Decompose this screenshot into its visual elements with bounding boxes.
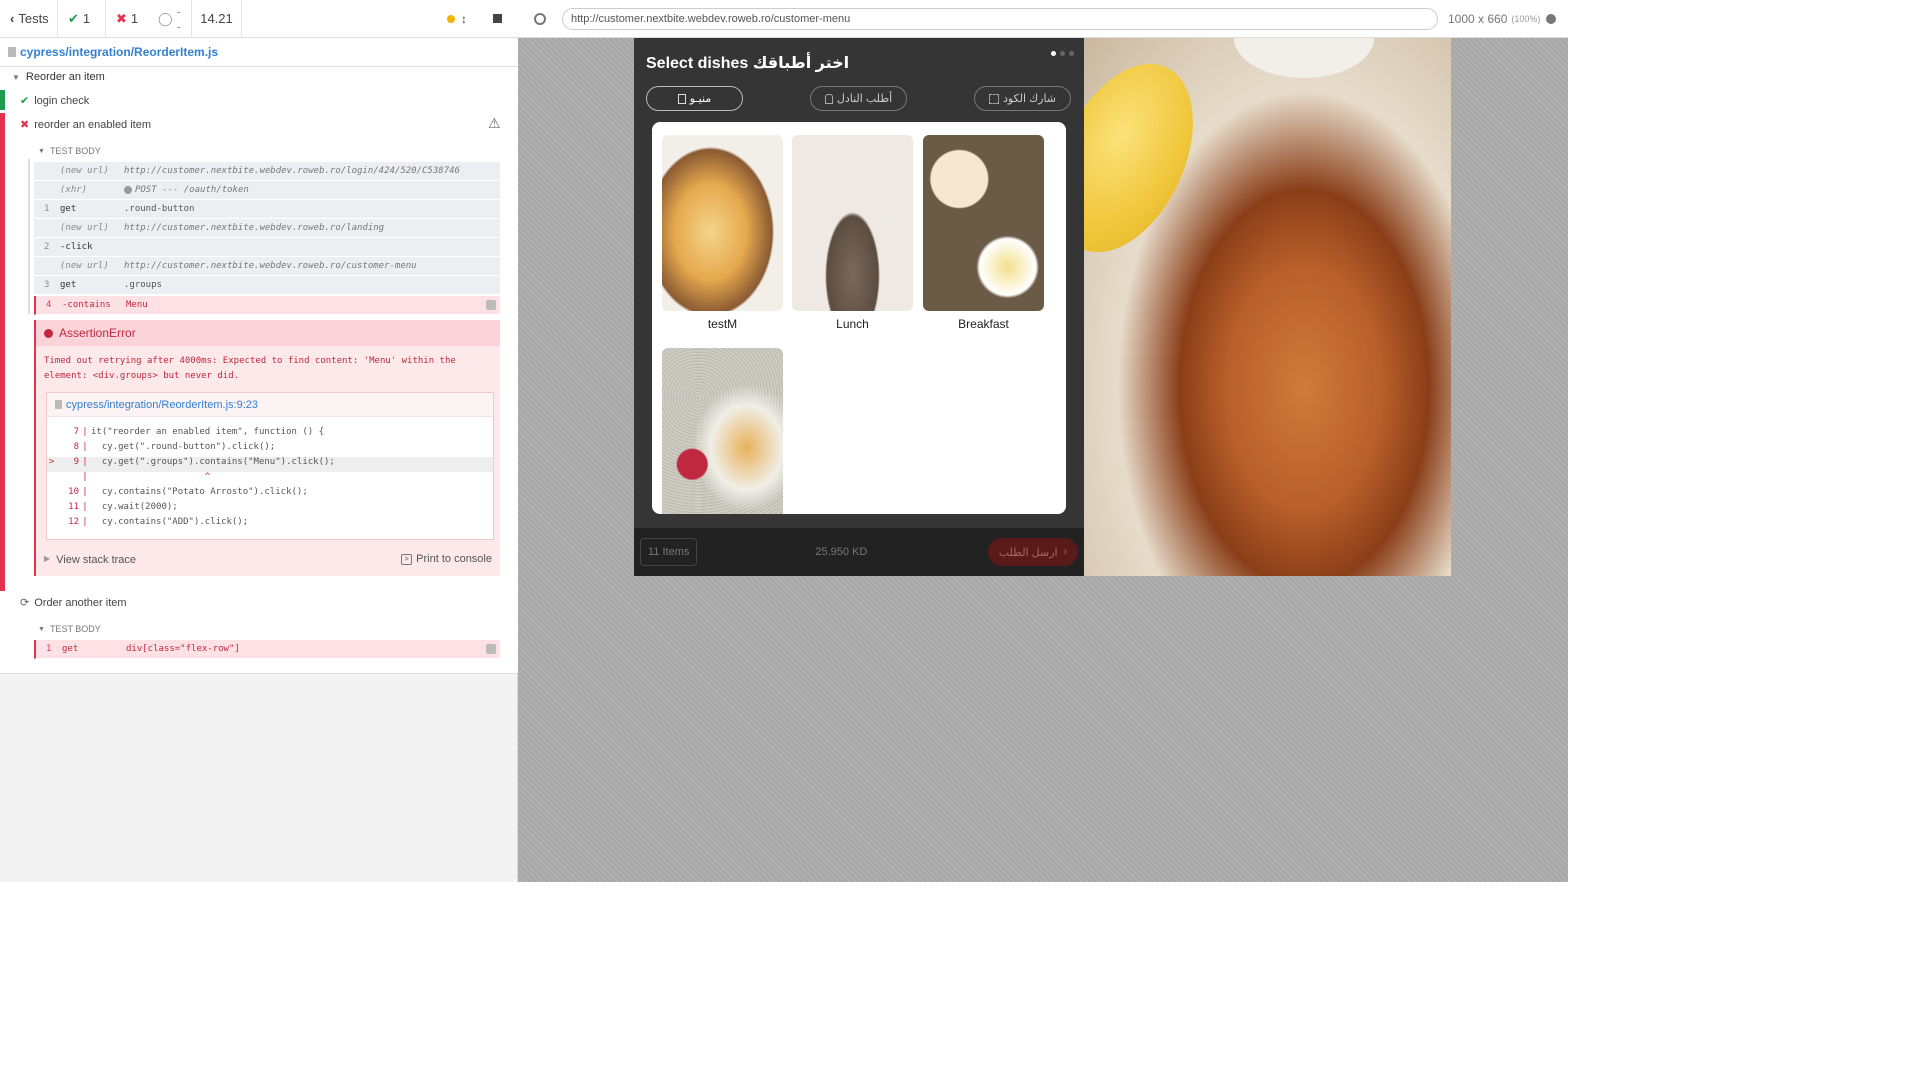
menu-panel: Select dishes اختر أطباقك منيـو أطلب الن… — [634, 38, 1084, 576]
test-login-check[interactable]: ✔ login check — [20, 94, 89, 108]
category-label: Lunch — [836, 317, 869, 331]
caret-down-icon: ▼ — [38, 625, 45, 633]
x-icon: ✖ — [20, 119, 30, 131]
command-row[interactable]: 3 get .groups — [34, 276, 500, 295]
category-card-breakfast[interactable] — [923, 135, 1044, 311]
app-under-test: Select dishes اختر أطباقك منيـو أطلب الن… — [634, 38, 1451, 576]
info-icon[interactable] — [1546, 13, 1557, 24]
screenshot-icon[interactable] — [486, 300, 496, 310]
code-line-highlighted: >9 | cy.get(".groups").contains("Menu").c… — [47, 457, 493, 472]
chevron-left-icon: ‹ — [10, 11, 15, 26]
code-line: | ^ — [82, 472, 211, 482]
qr-icon — [988, 93, 999, 104]
terminal-icon: > — [401, 553, 413, 565]
spec-file-bar: cypress/integration/ReorderItem.js — [0, 38, 518, 67]
passed-count[interactable]: ✔ 1 — [58, 0, 106, 38]
xhr-status-icon — [124, 186, 132, 194]
dot — [1060, 51, 1065, 56]
code-line: 12 | cy.contains("ADD").click(); — [68, 517, 249, 527]
file-link[interactable]: cypress/integration/ReorderItem.js:9:23 — [66, 399, 258, 411]
viewport-size: 1000 x 660 — [1448, 11, 1508, 26]
command-row[interactable]: (new url) http://customer.nextbite.webde… — [34, 162, 500, 181]
running-indicator-icon — [447, 14, 455, 23]
autoscroll-icon[interactable]: ↕ — [461, 12, 467, 26]
chevron-right-icon: › — [1063, 546, 1068, 558]
error-message: Timed out retrying after 4000ms: Expecte… — [44, 356, 456, 381]
command-row[interactable]: (xhr) POST --- /oauth/token — [34, 181, 500, 200]
file-icon — [8, 47, 16, 57]
code-frame: cypress/integration/ReorderItem.js:9:23 … — [46, 392, 494, 540]
pending-count[interactable]: ◯ -- — [148, 0, 192, 38]
refresh-icon: ⟳ — [20, 597, 30, 609]
category-card-testm[interactable] — [662, 135, 783, 311]
failed-count[interactable]: ✖ 1 — [106, 0, 148, 38]
circle-icon: ◯ — [158, 10, 173, 26]
category-label: Breakfast — [958, 317, 1009, 331]
print-to-console-button[interactable]: > Print to console — [401, 553, 492, 565]
command-row[interactable]: 1 get .round-button — [34, 200, 500, 219]
command-row-failed[interactable]: 1 get div[class="flex-row"] — [34, 640, 500, 659]
check-icon: ✔ — [20, 95, 30, 107]
categories-modal: testM Lunch Breakfast — [652, 122, 1066, 514]
test-order-another-item[interactable]: ⟳ Order another item — [20, 596, 127, 610]
command-row-failed[interactable]: 4 -contains Menu — [34, 296, 500, 315]
reporter-panel: ‹ Tests ✔ 1 ✖ 1 ◯ -- 14.21 ↕ cypress/int… — [0, 0, 518, 882]
send-order-button[interactable]: ارسل الطلب › — [988, 538, 1078, 566]
hero-food-image — [1084, 38, 1451, 576]
order-total: 25.950 KD — [815, 546, 868, 558]
menu-icon — [677, 93, 686, 104]
warning-icon[interactable]: ⚠ — [488, 115, 501, 132]
selector-playground-icon[interactable] — [534, 12, 546, 25]
dot-active — [1051, 51, 1056, 56]
test-report: ▼ Reorder an item ✔ login check ✖ reorde… — [0, 67, 518, 674]
menu-button[interactable]: منيـو — [646, 86, 743, 111]
error-title: AssertionError — [59, 326, 136, 340]
reporter-header: ‹ Tests ✔ 1 ✖ 1 ◯ -- 14.21 ↕ — [0, 0, 518, 38]
command-row[interactable]: (new url) http://customer.nextbite.webde… — [34, 257, 500, 276]
check-icon: ✔ — [68, 10, 79, 26]
test-body-header[interactable]: ▼ TEST BODY — [38, 146, 101, 156]
pagination-dots — [1051, 51, 1074, 56]
url-input[interactable]: http://customer.nextbite.webdev.roweb.ro… — [562, 7, 1438, 30]
items-count[interactable]: 11 Items — [640, 538, 698, 566]
code-line: 7 | it("reorder an enabled item", function… — [73, 427, 324, 437]
command-row[interactable]: 2 -click — [34, 238, 500, 257]
suite-title[interactable]: ▼ Reorder an item — [12, 71, 105, 83]
screenshot-icon[interactable] — [486, 644, 496, 654]
caret-down-icon: ▼ — [12, 72, 20, 82]
dot — [1069, 51, 1074, 56]
order-bar: 11 Items 25.950 KD ارسل الطلب › — [634, 528, 1084, 576]
x-icon: ✖ — [116, 10, 127, 26]
test-body-header[interactable]: ▼ TEST BODY — [38, 624, 101, 634]
tests-label: Tests — [18, 11, 49, 26]
duration: 14.21 — [192, 0, 242, 38]
category-card-fries[interactable] — [662, 348, 783, 514]
tests-button[interactable]: ‹ Tests — [0, 0, 58, 38]
error-icon — [44, 328, 53, 338]
category-card-lunch[interactable] — [792, 135, 913, 311]
code-line: 8 | cy.get(".round-button").click(); — [73, 442, 276, 452]
spec-file-link[interactable]: cypress/integration/ReorderItem.js — [20, 45, 218, 59]
code-line: 11 | cy.wait(2000); — [68, 502, 178, 512]
error-panel: AssertionError Timed out retrying after … — [34, 320, 500, 576]
code-line: 10 | cy.contains("Potato Arrosto").click(… — [68, 487, 308, 497]
command-row[interactable]: (new url) http://customer.nextbite.webde… — [34, 219, 500, 238]
stop-icon[interactable] — [493, 14, 502, 23]
call-waiter-button[interactable]: أطلب النادل — [810, 86, 907, 111]
waiter-icon — [824, 93, 833, 104]
url-bar: http://customer.nextbite.webdev.roweb.ro… — [518, 0, 1568, 38]
page-heading: Select dishes اختر أطباقك — [646, 55, 850, 72]
category-label: testM — [707, 317, 738, 331]
view-stack-trace-button[interactable]: ▶ View stack trace — [44, 554, 136, 566]
caret-down-icon: ▼ — [38, 147, 45, 155]
file-icon — [55, 400, 62, 409]
test-reorder-enabled-item[interactable]: ✖ reorder an enabled item — [20, 118, 151, 132]
share-code-button[interactable]: شارك الكود — [974, 86, 1071, 111]
zoom-level: (100%) — [1511, 13, 1541, 24]
caret-right-icon: ▶ — [44, 554, 51, 563]
